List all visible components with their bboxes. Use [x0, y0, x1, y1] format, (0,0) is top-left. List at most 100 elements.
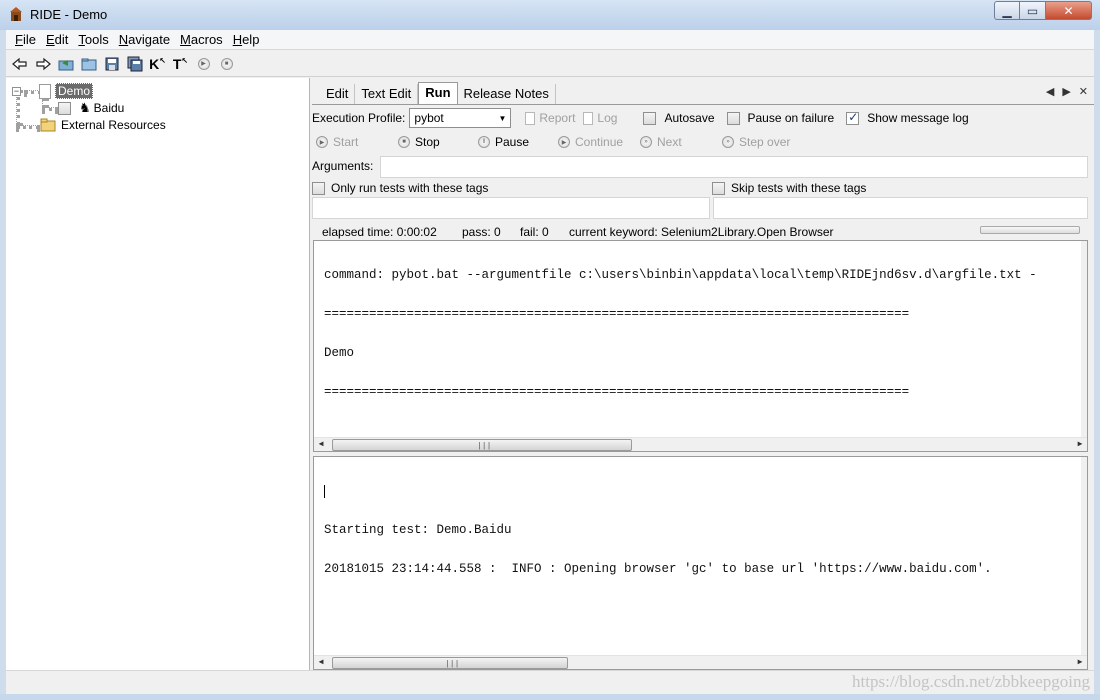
tree-node-external-resources[interactable]: External Resources: [40, 118, 166, 132]
tree-node-demo[interactable]: − Demo: [12, 83, 94, 99]
output-text: command: pybot.bat --argumentfile c:\use…: [324, 243, 1037, 425]
grip-icon: |||: [445, 660, 460, 669]
vertical-scrollbar[interactable]: [1081, 457, 1087, 669]
stop-run-button[interactable]: ■ Stop: [398, 135, 440, 149]
tab-text-edit[interactable]: Text Edit: [355, 84, 419, 104]
skip-tags-checkbox[interactable]: Skip tests with these tags: [712, 181, 866, 195]
test-checkbox[interactable]: [58, 101, 71, 115]
horizontal-scrollbar[interactable]: ◀ ||| ▶: [314, 655, 1087, 669]
tab-run[interactable]: Run: [418, 82, 458, 104]
forward-button[interactable]: [33, 54, 52, 73]
close-window-button[interactable]: ✕: [1046, 1, 1092, 20]
back-button[interactable]: [10, 54, 29, 73]
scroll-left-icon[interactable]: ◀: [314, 438, 328, 451]
start-icon: ▶: [316, 136, 328, 148]
start-button[interactable]: ▶ Start: [316, 135, 358, 149]
tab-close-icon[interactable]: ✕: [1079, 85, 1088, 98]
run-button[interactable]: ▶: [194, 54, 213, 73]
tree-node-label[interactable]: Demo: [55, 83, 94, 99]
output-console[interactable]: command: pybot.bat --argumentfile c:\use…: [313, 240, 1088, 452]
scroll-right-icon[interactable]: ▶: [1073, 438, 1087, 451]
search-keywords-icon: K↖: [149, 55, 166, 72]
tree-line: [16, 125, 40, 129]
checkbox-box[interactable]: [712, 181, 725, 195]
step-over-icon: »: [722, 136, 734, 148]
text-cursor: [324, 485, 325, 498]
tab-release-notes[interactable]: Release Notes: [458, 84, 556, 104]
log-button[interactable]: Log: [583, 111, 617, 125]
continue-icon: ▶: [558, 136, 570, 148]
menu-navigate[interactable]: Navigate: [114, 32, 175, 47]
scroll-right-icon[interactable]: ▶: [1073, 656, 1087, 669]
autosave-checkbox[interactable]: Autosave: [643, 111, 715, 125]
horizontal-scrollbar[interactable]: ◀ ||| ▶: [314, 437, 1087, 451]
folder-icon: [40, 118, 56, 132]
maximize-icon: ▭: [1026, 3, 1039, 18]
tab-prev-icon[interactable]: ◀: [1046, 85, 1054, 98]
tree-node-label[interactable]: Baidu: [94, 101, 125, 115]
only-run-tags-checkbox[interactable]: Only run tests with these tags: [312, 181, 488, 195]
tree-line: [42, 107, 58, 111]
search-tests-icon: T↖: [172, 55, 189, 72]
title-bar: RIDE - Demo ▁ ▭ ✕: [0, 0, 1100, 30]
tree-node-baidu[interactable]: ♞ Baidu: [58, 100, 124, 116]
tab-edit[interactable]: Edit: [320, 84, 356, 104]
checkbox-box[interactable]: [312, 181, 325, 195]
search-keywords-button[interactable]: K↖: [148, 54, 167, 73]
checkbox-box-checked[interactable]: [846, 110, 860, 125]
collapse-toggle[interactable]: −: [12, 86, 21, 96]
menu-edit[interactable]: Edit: [41, 32, 73, 47]
log-line: 20181015 23:14:44.558 : INFO : Opening b…: [324, 562, 992, 576]
vertical-scrollbar[interactable]: [1081, 241, 1087, 451]
show-message-log-checkbox[interactable]: Show message log: [846, 110, 969, 125]
message-log[interactable]: Starting test: Demo.Baidu 20181015 23:14…: [313, 456, 1088, 670]
ride-app-icon: [10, 7, 22, 21]
message-log-text: Starting test: Demo.Baidu 20181015 23:14…: [324, 459, 992, 602]
execution-profile-select[interactable]: pybot ▼: [409, 108, 512, 128]
test-suite-tree: − Demo ♞ Baidu External Resources: [6, 78, 310, 672]
menu-tools[interactable]: Tools: [73, 32, 113, 47]
log-line: Starting test: Demo.Baidu: [324, 523, 512, 537]
pause-button[interactable]: ‖ Pause: [478, 135, 529, 149]
exclude-tags-input[interactable]: [713, 197, 1088, 219]
arguments-label: Arguments:: [312, 159, 374, 173]
save-all-button[interactable]: [125, 54, 144, 73]
open-test-suite-button[interactable]: [56, 54, 75, 73]
save-icon: [105, 57, 118, 70]
arguments-input[interactable]: [380, 156, 1088, 178]
stop-button[interactable]: ■: [217, 54, 236, 73]
tab-next-icon[interactable]: ▶: [1062, 85, 1070, 98]
elapsed-time: elapsed time: 0:00:02: [322, 225, 437, 239]
report-button[interactable]: Report: [525, 111, 575, 125]
minimize-icon: ▁: [1002, 3, 1012, 18]
menu-help[interactable]: Help: [228, 32, 265, 47]
test-case-icon: ♞: [79, 100, 91, 115]
maximize-button[interactable]: ▭: [1020, 1, 1046, 20]
step-over-button[interactable]: » Step over: [722, 135, 790, 149]
pause-on-failure-checkbox[interactable]: Pause on failure: [726, 111, 834, 125]
menu-macros[interactable]: Macros: [175, 32, 228, 47]
scroll-left-icon[interactable]: ◀: [314, 656, 328, 669]
next-button[interactable]: » Next: [640, 135, 682, 149]
pass-count: pass: 0: [462, 225, 501, 239]
tree-node-label[interactable]: External Resources: [61, 118, 166, 132]
include-tags-input[interactable]: [312, 197, 710, 219]
console-line: command: pybot.bat --argumentfile c:\use…: [324, 268, 1037, 282]
checkbox-box[interactable]: [643, 111, 657, 125]
checkbox-box[interactable]: [726, 111, 740, 125]
stop-icon: ■: [398, 136, 410, 148]
scrollbar-thumb[interactable]: |||: [332, 657, 568, 669]
open-directory-button[interactable]: [79, 54, 98, 73]
save-all-icon: [127, 56, 142, 71]
next-icon: »: [640, 136, 652, 148]
continue-button[interactable]: ▶ Continue: [558, 135, 623, 149]
search-tests-button[interactable]: T↖: [171, 54, 190, 73]
menu-file[interactable]: File: [10, 32, 41, 47]
scrollbar-thumb[interactable]: |||: [332, 439, 632, 451]
open-test-suite-icon: [58, 59, 73, 70]
editor-tabs: Edit Text Edit Run Release Notes: [320, 82, 556, 104]
save-button[interactable]: [102, 54, 121, 73]
console-line: ========================================…: [324, 385, 910, 399]
window-title: RIDE - Demo: [30, 7, 108, 22]
minimize-button[interactable]: ▁: [994, 1, 1020, 20]
